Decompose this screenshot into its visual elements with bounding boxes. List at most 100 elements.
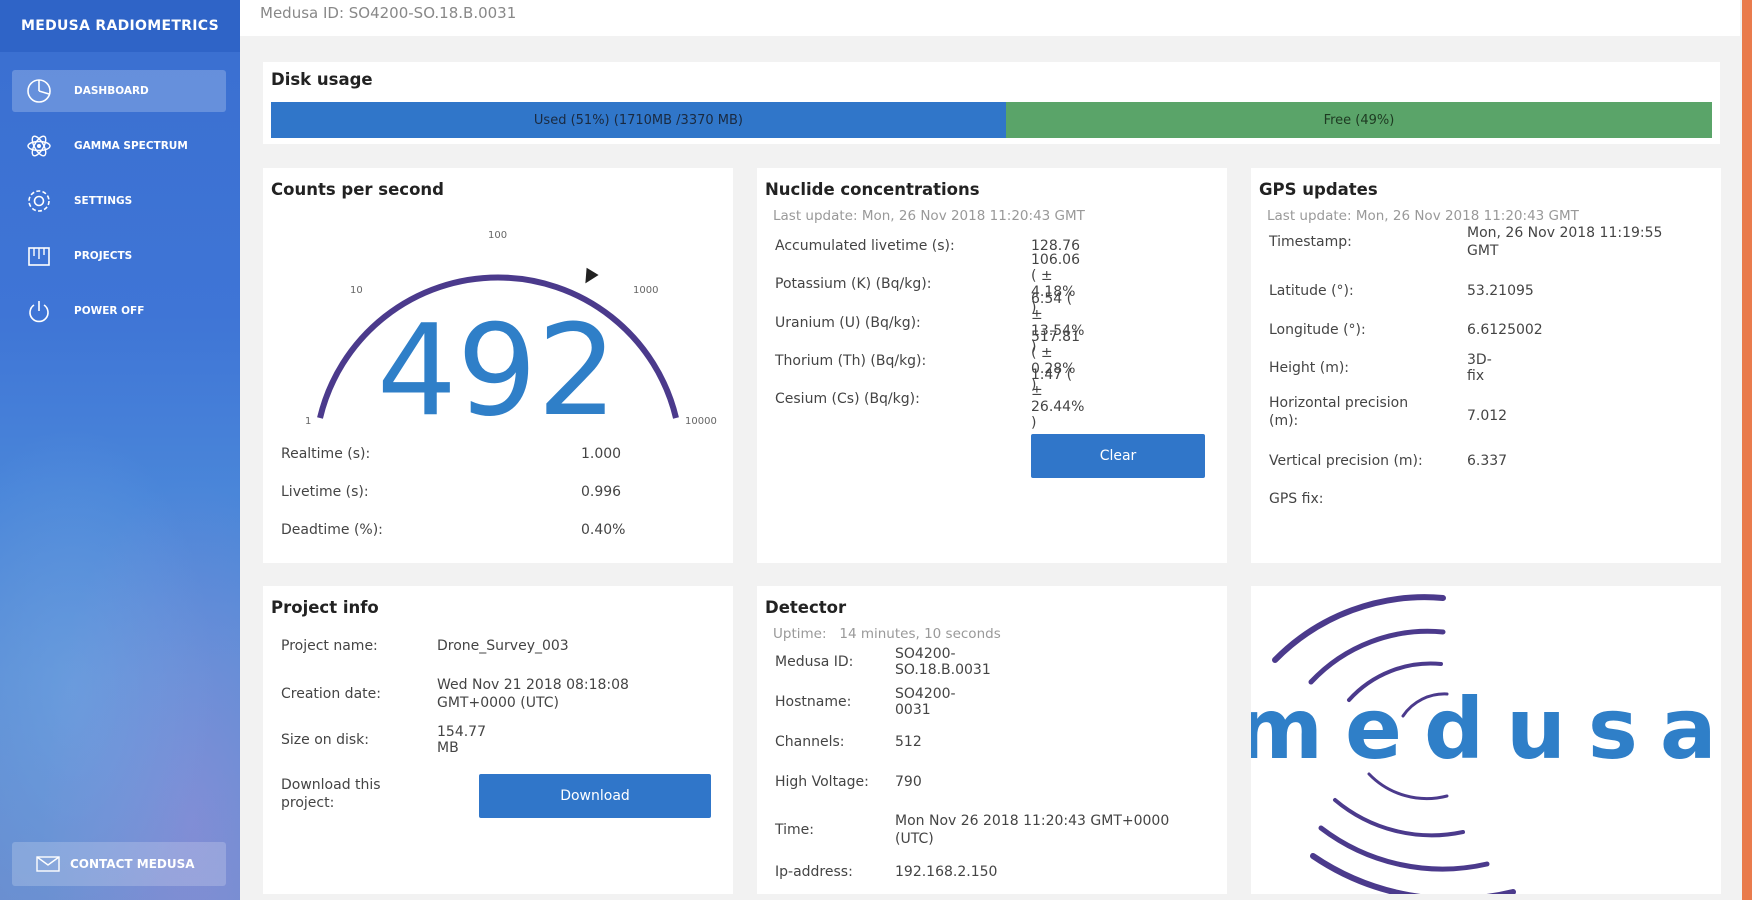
row-value: Mon, 26 Nov 2018 11:19:55 GMT: [1467, 225, 1663, 259]
uptime-label: Uptime:: [773, 626, 827, 642]
row-label: High Voltage:: [775, 774, 869, 790]
disk-used-label: Used (51%) (1710MB /3370 MB): [533, 112, 743, 128]
folder-icon: [26, 243, 52, 269]
row-value: 512: [895, 734, 922, 750]
row-value: Wed Nov 21 2018 08:18:08 GMT+0000 (UTC): [437, 677, 629, 711]
sidebar-nav: DASHBOARD GAMMA SPECTRUM SETTINGS PROJEC…: [12, 70, 226, 345]
row-value: 6.6125002: [1467, 322, 1543, 338]
detector-row: Time: Mon Nov 26 2018 11:20:43 GMT+0000 (…: [775, 813, 1169, 847]
last-update: Last update: Mon, 26 Nov 2018 11:20:43 G…: [773, 208, 1085, 224]
row-value: 53.21095: [1467, 283, 1534, 299]
disk-usage-bar: Used (51%) (1710MB /3370 MB) Free (49%): [271, 102, 1712, 138]
gps-card: GPS updates Last update: Mon, 26 Nov 201…: [1251, 168, 1721, 563]
gps-row: Height (m): 3D-fix: [1269, 352, 1492, 384]
card-title: Disk usage: [271, 70, 373, 89]
disk-used-segment: Used (51%) (1710MB /3370 MB): [271, 102, 1006, 138]
deadtime-row: Deadtime (%): 0.40%: [281, 522, 625, 538]
row-label: Thorium (Th) (Bq/kg):: [775, 353, 927, 369]
gps-row: Latitude (°): 53.21095: [1269, 283, 1534, 299]
download-text: Download this project:: [281, 777, 381, 811]
gauge-tick: 100: [488, 230, 507, 241]
uptime: Uptime: 14 minutes, 10 seconds: [773, 626, 1001, 642]
row-label: Longitude (°):: [1269, 322, 1366, 338]
row-value: Mon Nov 26 2018 11:20:43 GMT+0000 (UTC): [895, 813, 1170, 847]
download-button[interactable]: Download: [479, 774, 711, 818]
detector-row: Medusa ID: SO4200-SO.18.B.0031: [775, 646, 991, 678]
mail-icon: [36, 856, 60, 872]
sidebar-item-gamma-spectrum[interactable]: GAMMA SPECTRUM: [12, 125, 226, 167]
counts-card: Counts per second 1 10 100 1000 10000 49…: [263, 168, 733, 563]
atom-icon: [26, 133, 52, 159]
header: Medusa ID: SO4200-SO.18.B.0031: [240, 0, 1740, 36]
last-update: Last update: Mon, 26 Nov 2018 11:20:43 G…: [1267, 208, 1579, 224]
row-label: Cesium (Cs) (Bq/kg):: [775, 391, 920, 407]
cps-value: 492: [377, 297, 618, 428]
card-title: Nuclide concentrations: [765, 180, 980, 199]
row-label: Latitude (°):: [1269, 283, 1354, 299]
sidebar-item-projects[interactable]: PROJECTS: [12, 235, 226, 277]
row-value: 7.012: [1467, 408, 1508, 424]
gauge-tick: 1: [305, 416, 311, 427]
scroll-edge: [1742, 0, 1752, 900]
row-label: Livetime (s):: [281, 484, 369, 500]
row-value: 1.47 ( ± 26.44% ): [1031, 367, 1085, 431]
power-icon: [26, 298, 52, 324]
sidebar-item-label: DASHBOARD: [74, 85, 149, 97]
nuclide-card: Nuclide concentrations Last update: Mon,…: [757, 168, 1227, 563]
row-value: 0.40%: [581, 522, 626, 538]
dashboard-icon: [26, 78, 52, 104]
sidebar-item-label: SETTINGS: [74, 195, 133, 207]
project-info-card: Project info Project name: Drone_Survey_0…: [263, 586, 733, 894]
row-value: 1.000: [581, 446, 622, 462]
gps-row: Vertical precision (m): 6.337: [1269, 453, 1507, 469]
nuclide-row: Uranium (U) (Bq/kg): 6.54 ( ± 13.54% ): [775, 291, 1084, 355]
detector-row: Hostname: SO4200-0031: [775, 686, 956, 718]
row-label: Height (m):: [1269, 360, 1350, 376]
card-title: Project info: [271, 598, 379, 617]
row-value: 6.337: [1467, 453, 1508, 469]
cps-gauge: 1 10 100 1000 10000 492: [305, 230, 717, 428]
sidebar-item-dashboard[interactable]: DASHBOARD: [12, 70, 226, 112]
detector-row: High Voltage: 790: [775, 774, 922, 790]
nuclide-row: Accumulated livetime (s): 128.76: [775, 238, 1080, 254]
brand-title: MEDUSA RADIOMETRICS: [0, 0, 240, 52]
medusa-logo-card: medusa: [1235, 586, 1721, 900]
row-label: Size on disk:: [281, 732, 369, 748]
sidebar-item-power-off[interactable]: POWER OFF: [12, 290, 226, 332]
row-label: GPS fix:: [1269, 491, 1324, 507]
contact-label: CONTACT MEDUSA: [70, 857, 195, 871]
row-value: 154.77 MB: [437, 724, 486, 756]
card-title: GPS updates: [1259, 180, 1378, 199]
logo-text: medusa: [1251, 680, 1721, 778]
row-label: Timestamp:: [1269, 234, 1352, 250]
sidebar-item-settings[interactable]: SETTINGS: [12, 180, 226, 222]
sidebar-item-label: GAMMA SPECTRUM: [74, 140, 188, 152]
uptime-value: 14 minutes, 10 seconds: [839, 626, 1001, 642]
nuclide-row: Thorium (Th) (Bq/kg): 517.81 ( ± 0.28% ): [775, 329, 1080, 393]
row-value: 192.168.2.150: [895, 864, 998, 880]
nuclide-row: Cesium (Cs) (Bq/kg): 1.47 ( ± 26.44% ): [775, 367, 1084, 431]
gps-row: GPS fix:: [1269, 491, 1323, 507]
disk-free-segment: Free (49%): [1005, 102, 1712, 138]
gps-row: Horizontal precision (m): 7.012: [1269, 394, 1507, 430]
row-label: Medusa ID:: [775, 654, 854, 670]
row-label: Channels:: [775, 734, 845, 750]
project-row: Project name: Drone_Survey_003: [281, 638, 569, 654]
row-label: Uranium (U) (Bq/kg):: [775, 315, 921, 331]
row-value: 0.996: [581, 484, 622, 500]
disk-usage-card: Disk usage Used (51%) (1710MB /3370 MB) …: [263, 62, 1720, 144]
contact-button[interactable]: CONTACT MEDUSA: [12, 842, 226, 886]
disk-free-label: Free (49%): [1323, 112, 1395, 128]
gps-row: Longitude (°): 6.6125002: [1269, 322, 1543, 338]
project-row: Size on disk: 154.77 MB: [281, 724, 486, 756]
project-row: Creation date: Wed Nov 21 2018 08:18:08 G…: [281, 677, 629, 711]
clear-button[interactable]: Clear: [1031, 434, 1205, 478]
row-label: Hostname:: [775, 694, 852, 710]
gps-row: Timestamp: Mon, 26 Nov 2018 11:19:55 GMT: [1269, 225, 1662, 259]
card-title: Detector: [765, 598, 847, 617]
nuclide-row: Potassium (K) (Bq/kg): 106.06 ( ± 4.18% ): [775, 252, 1080, 316]
realtime-row: Realtime (s): 1.000: [281, 446, 621, 462]
row-label: Ip-address:: [775, 864, 853, 880]
medusa-logo: medusa: [1235, 594, 1721, 900]
detector-row: Ip-address: 192.168.2.150: [775, 864, 997, 880]
